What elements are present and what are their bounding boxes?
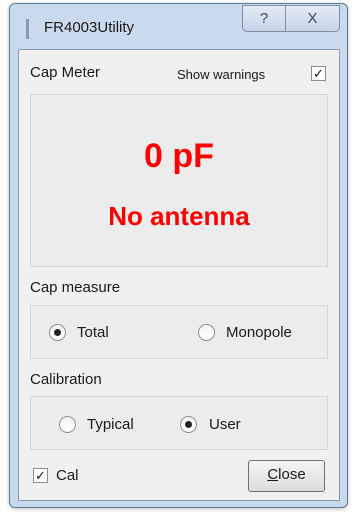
calibration-group: Typical User [30,396,328,450]
calibration-label: Calibration [30,371,102,388]
radio-monopole[interactable] [198,324,215,341]
show-warnings-checkbox[interactable]: ✓ [311,66,326,81]
radio-user-label[interactable]: User [209,416,241,433]
cap-measure-label: Cap measure [30,279,121,296]
cap-meter-label: Cap Meter [30,64,101,81]
cal-checkbox[interactable]: ✓ [33,468,48,483]
app-window: FR4003Utility ? X Cap Meter Show warning… [9,3,348,508]
cap-measure-group: Total Monopole [30,305,328,359]
dialog-body: Cap Meter Show warnings ✓ 0 pF No antenn… [18,49,340,501]
antenna-status: No antenna [108,201,250,231]
close-button-mnemonic: C [267,466,279,483]
radio-selected-dot [54,329,61,336]
radio-user[interactable] [180,416,197,433]
radio-monopole-label[interactable]: Monopole [226,324,292,341]
close-button[interactable]: Close [248,460,325,492]
cal-label[interactable]: Cal [56,467,79,484]
radio-typical-label[interactable]: Typical [87,416,134,433]
help-icon: ? [259,10,269,27]
title-bar[interactable]: FR4003Utility ? X [10,4,347,48]
close-button-label: lose [278,466,306,483]
window-title: FR4003Utility [44,19,135,36]
radio-total-label[interactable]: Total [77,324,109,341]
help-button[interactable]: ? [242,5,286,32]
check-icon: ✓ [313,66,324,81]
show-warnings-label: Show warnings [177,67,266,82]
close-icon: X [307,10,318,27]
capacitance-value: 0 pF [144,137,214,175]
radio-total[interactable] [49,324,66,341]
app-icon [26,19,29,39]
window-close-button[interactable]: X [285,5,340,32]
radio-typical[interactable] [59,416,76,433]
radio-selected-dot [185,421,192,428]
cap-meter-display: 0 pF No antenna [30,94,328,267]
check-icon: ✓ [35,468,46,483]
